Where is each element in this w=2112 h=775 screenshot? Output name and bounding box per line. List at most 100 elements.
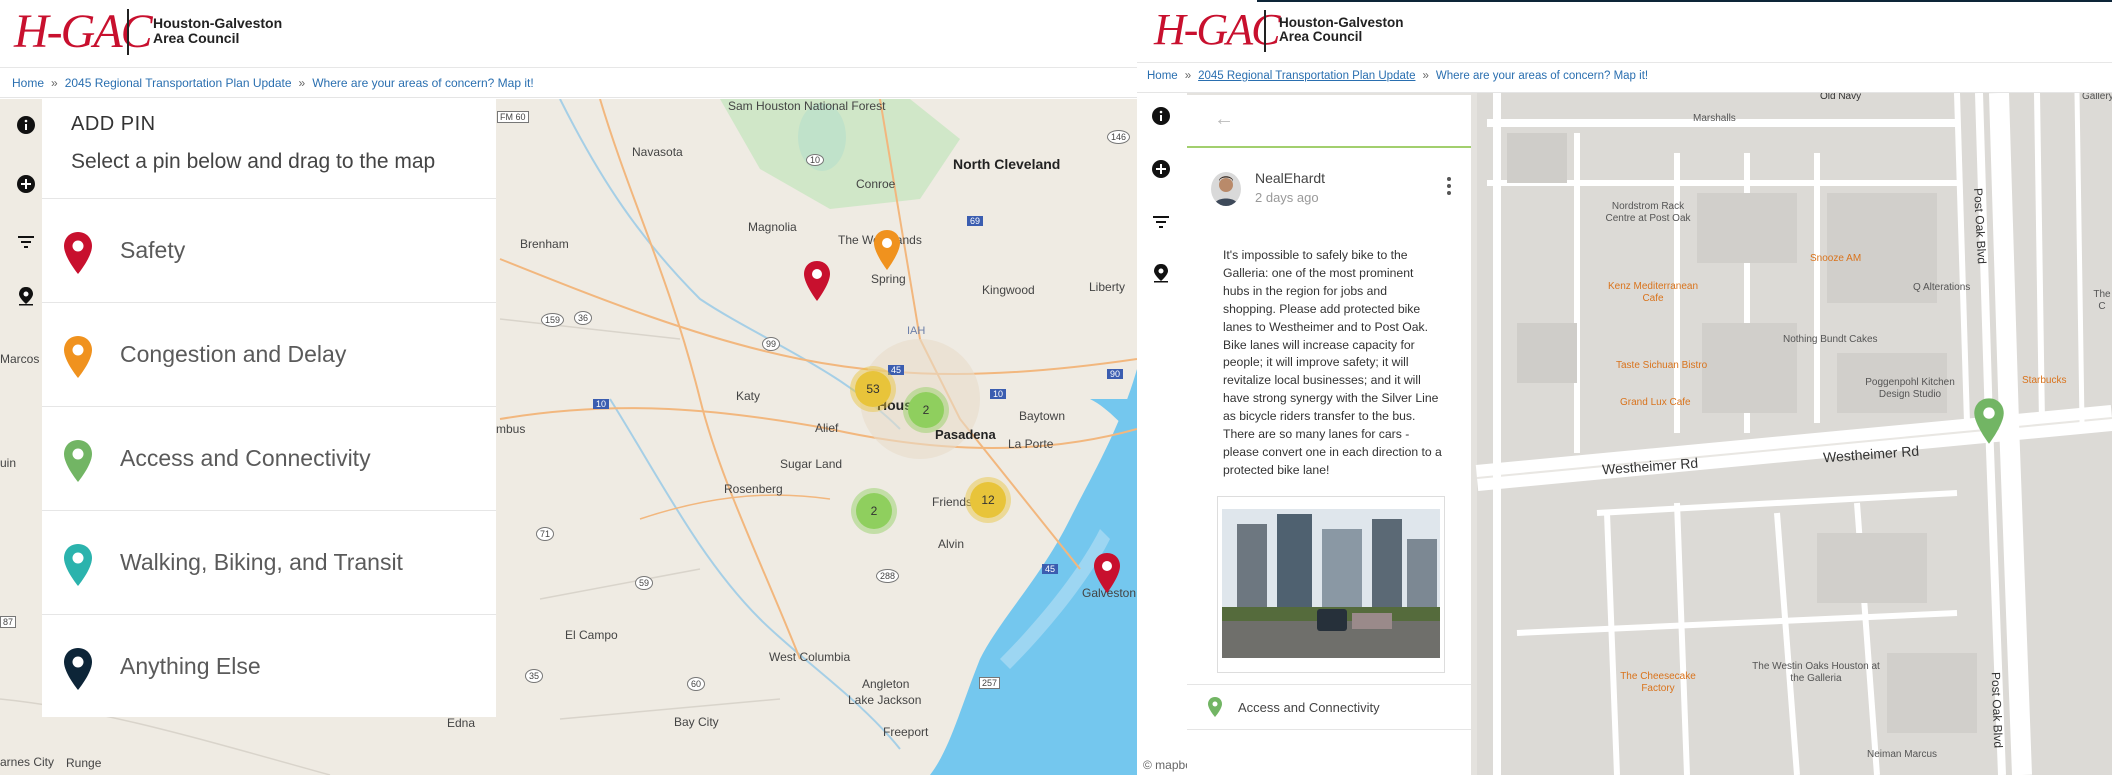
safety-map-pin[interactable] xyxy=(802,260,832,302)
breadcrumb-home[interactable]: Home xyxy=(1147,70,1178,82)
poi-label: The C xyxy=(2093,289,2111,312)
map-label: Pasadena xyxy=(935,427,996,442)
map-label: Sugar Land xyxy=(780,457,843,471)
map-label: Marcos xyxy=(0,352,40,366)
poi-label: Q Alterations xyxy=(1913,282,1971,293)
map-label: West Columbia xyxy=(769,650,851,664)
map-label: Brenham xyxy=(520,237,569,251)
map-label: Freeport xyxy=(883,725,929,739)
comment-divider xyxy=(1187,146,1471,148)
right-screenshot: H-GAC Houston-Galveston Area Council Hom… xyxy=(1137,0,2112,775)
hgac-logo[interactable]: H-GAC xyxy=(1154,4,1280,55)
pin-cluster[interactable]: 2 xyxy=(908,392,944,428)
access-map-pin[interactable] xyxy=(1972,397,2006,445)
map-label: Navasota xyxy=(632,145,683,159)
access-pin-icon xyxy=(1208,697,1222,717)
org-name-line2: Area Council xyxy=(153,29,240,46)
highway-shield: 69 xyxy=(967,216,984,226)
info-icon[interactable] xyxy=(1151,106,1171,126)
pin-cluster[interactable]: 53 xyxy=(855,371,891,407)
comment-username[interactable]: NealEhardt xyxy=(1255,170,1325,186)
map-label: Baytown xyxy=(1019,409,1066,423)
pin-option-label: Safety xyxy=(120,237,186,263)
map-label: Conroe xyxy=(856,177,896,191)
filter-icon[interactable] xyxy=(1151,212,1171,232)
map-label: Lake Jackson xyxy=(848,693,922,707)
anything-else-pin-icon[interactable] xyxy=(62,647,94,691)
breadcrumb-separator: » xyxy=(1184,70,1192,82)
poi-label: Kenz Mediterranean Cafe xyxy=(1607,281,1699,304)
add-icon[interactable] xyxy=(1151,159,1171,179)
filter-icon[interactable] xyxy=(16,232,36,252)
pin-option-safety[interactable]: Safety xyxy=(42,198,496,302)
safety-map-pin[interactable] xyxy=(1092,552,1122,594)
left-screenshot: H-GAC Houston-Galveston Area Council Hom… xyxy=(0,0,1137,775)
pin-option-label: Congestion and Delay xyxy=(120,341,347,367)
highway-shield: 90 xyxy=(1107,369,1124,379)
poi-label: Gallery xyxy=(2082,93,2112,102)
street-label: Old Navy xyxy=(1820,93,1862,102)
map-label: Liberty xyxy=(1089,280,1126,294)
congestion-map-pin[interactable] xyxy=(872,229,902,271)
pin-cluster[interactable]: 12 xyxy=(970,482,1006,518)
breadcrumb-plan[interactable]: 2045 Regional Transportation Plan Update xyxy=(65,76,292,90)
breadcrumb-separator: » xyxy=(51,76,58,90)
map-label: North Cleveland xyxy=(953,156,1061,172)
map-label: Spring xyxy=(871,272,906,286)
avatar xyxy=(1211,172,1241,206)
walking-pin-icon[interactable] xyxy=(62,543,94,587)
highway-shield: 71 xyxy=(536,527,555,541)
breadcrumb: Home » 2045 Regional Transportation Plan U… xyxy=(1137,63,2112,93)
add-icon[interactable] xyxy=(16,174,36,194)
highway-shield: 10 xyxy=(806,154,825,166)
map-label: Sam Houston National Forest xyxy=(728,99,886,113)
breadcrumb-plan[interactable]: 2045 Regional Transportation Plan Update xyxy=(1198,70,1415,82)
comment-photo[interactable] xyxy=(1217,496,1445,673)
highway-shield: 10 xyxy=(593,399,610,409)
pin-option-label: Walking, Biking, and Transit xyxy=(120,549,403,575)
highway-shield: 99 xyxy=(762,337,781,351)
highway-shield: 35 xyxy=(525,669,544,683)
access-pin-icon[interactable] xyxy=(62,439,94,483)
info-icon[interactable] xyxy=(16,115,36,135)
safety-pin-icon[interactable] xyxy=(62,231,94,275)
more-options-icon[interactable] xyxy=(1447,177,1451,198)
map-label: Angleton xyxy=(862,677,910,691)
breadcrumb-home[interactable]: Home xyxy=(12,76,44,90)
location-pin-icon[interactable] xyxy=(1151,263,1171,283)
hgac-logo[interactable]: H-GAC xyxy=(14,4,153,59)
location-pin-icon[interactable] xyxy=(16,286,36,306)
org-name-line1: Houston-Galveston xyxy=(153,15,283,31)
org-name-line1: Houston-Galveston xyxy=(1279,15,1404,30)
breadcrumb-current[interactable]: Where are your areas of concern? Map it! xyxy=(312,76,533,90)
poi-label: Marshalls xyxy=(1693,113,1736,124)
poi-label: Snooze AM xyxy=(1810,253,1862,264)
poi-label: The Cheesecake Factory xyxy=(1620,671,1696,694)
pin-cluster[interactable]: 2 xyxy=(856,493,892,529)
highway-shield: 36 xyxy=(574,311,593,325)
org-name: Houston-Galveston Area Council xyxy=(153,16,282,45)
map-label: uin xyxy=(0,456,17,470)
map-label: IAH xyxy=(907,325,926,337)
tool-rail xyxy=(0,99,42,775)
map-label: El Campo xyxy=(565,628,618,642)
add-pin-title: ADD PIN xyxy=(71,113,156,135)
highway-shield: 257 xyxy=(979,677,1001,689)
congestion-pin-icon[interactable] xyxy=(62,335,94,379)
breadcrumb-current[interactable]: Where are your areas of concern? Map it! xyxy=(1436,70,1648,82)
poi-label: Starbucks xyxy=(2022,375,2067,386)
breadcrumb-separator: » xyxy=(1422,70,1429,82)
comment-category: Access and Connectivity xyxy=(1187,684,1471,730)
site-header: H-GAC Houston-Galveston Area Council xyxy=(0,0,1137,68)
map-label: Alief xyxy=(815,421,839,435)
pin-option-congestion[interactable]: Congestion and Delay xyxy=(42,302,496,406)
highway-shield: 45 xyxy=(1042,564,1059,574)
add-pin-panel: ADD PIN Select a pin below and drag to t… xyxy=(42,99,496,717)
back-arrow-icon[interactable]: ← xyxy=(1214,108,1234,131)
pin-option-anything-else[interactable]: Anything Else xyxy=(42,614,496,718)
poi-label: Nordstrom Rack Centre at Post Oak xyxy=(1605,201,1691,224)
top-accent-bar xyxy=(1257,0,2112,2)
pin-option-walking[interactable]: Walking, Biking, and Transit xyxy=(42,510,496,614)
pin-option-access[interactable]: Access and Connectivity xyxy=(42,406,496,510)
comment-photo-image xyxy=(1222,509,1440,658)
